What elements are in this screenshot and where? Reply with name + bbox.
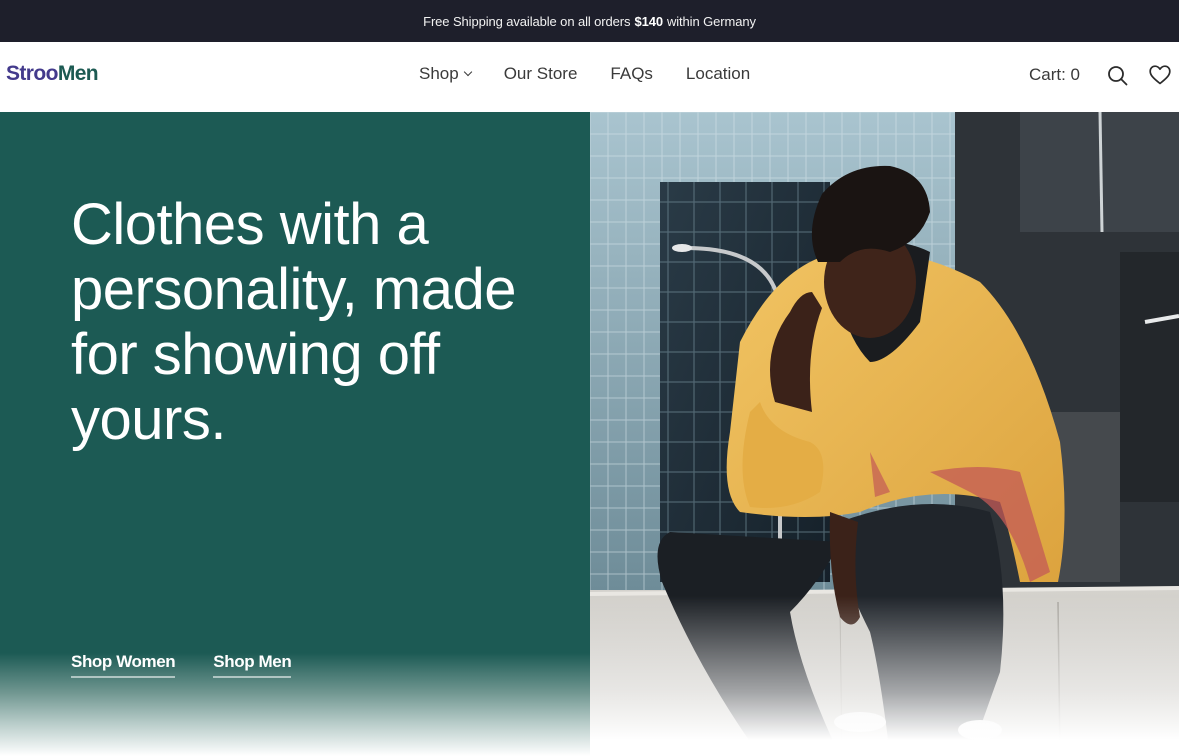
hero-cta-group: Shop Women Shop Men: [71, 652, 329, 678]
hero-headline: Clothes with a personality, made for sho…: [71, 192, 517, 452]
nav-item-label: Our Store: [503, 64, 578, 83]
nav-item-shop[interactable]: Shop: [419, 64, 472, 84]
main-nav: Shop Our Store FAQs Location: [419, 64, 783, 84]
logo-part-2: Men: [57, 62, 99, 85]
nav-item-label: FAQs: [610, 64, 653, 83]
cart-link[interactable]: Cart: 0: [1029, 65, 1080, 85]
image-fade-overlay: [590, 596, 1179, 756]
nav-item-our-store[interactable]: Our Store: [504, 64, 578, 84]
nav-item-label: Location: [685, 64, 751, 83]
nav-item-location[interactable]: Location: [686, 64, 750, 84]
hero-text-panel: Clothes with a personality, made for sho…: [0, 112, 590, 756]
announcement-suffix: within Germany: [666, 13, 756, 29]
shop-men-link[interactable]: Shop Men: [213, 652, 292, 678]
announcement-prefix: Free Shipping available on all orders: [423, 13, 631, 29]
hero-image: [590, 112, 1179, 756]
site-header: StrooMen Shop Our Store FAQs Location Ca…: [0, 42, 1179, 112]
heart-icon[interactable]: [1149, 64, 1171, 86]
search-icon[interactable]: [1106, 64, 1128, 86]
chevron-down-icon: [463, 67, 472, 77]
nav-item-label: Shop: [419, 64, 459, 83]
shop-women-link[interactable]: Shop Women: [71, 652, 176, 678]
announcement-bar: Free Shipping available on all orders $1…: [0, 0, 1179, 42]
logo-part-1: Stroo: [6, 62, 58, 85]
logo[interactable]: StrooMen: [6, 62, 99, 86]
nav-item-faqs[interactable]: FAQs: [610, 64, 653, 84]
header-tools: Cart: 0: [1029, 60, 1179, 90]
announcement-amount: $140: [634, 13, 663, 29]
